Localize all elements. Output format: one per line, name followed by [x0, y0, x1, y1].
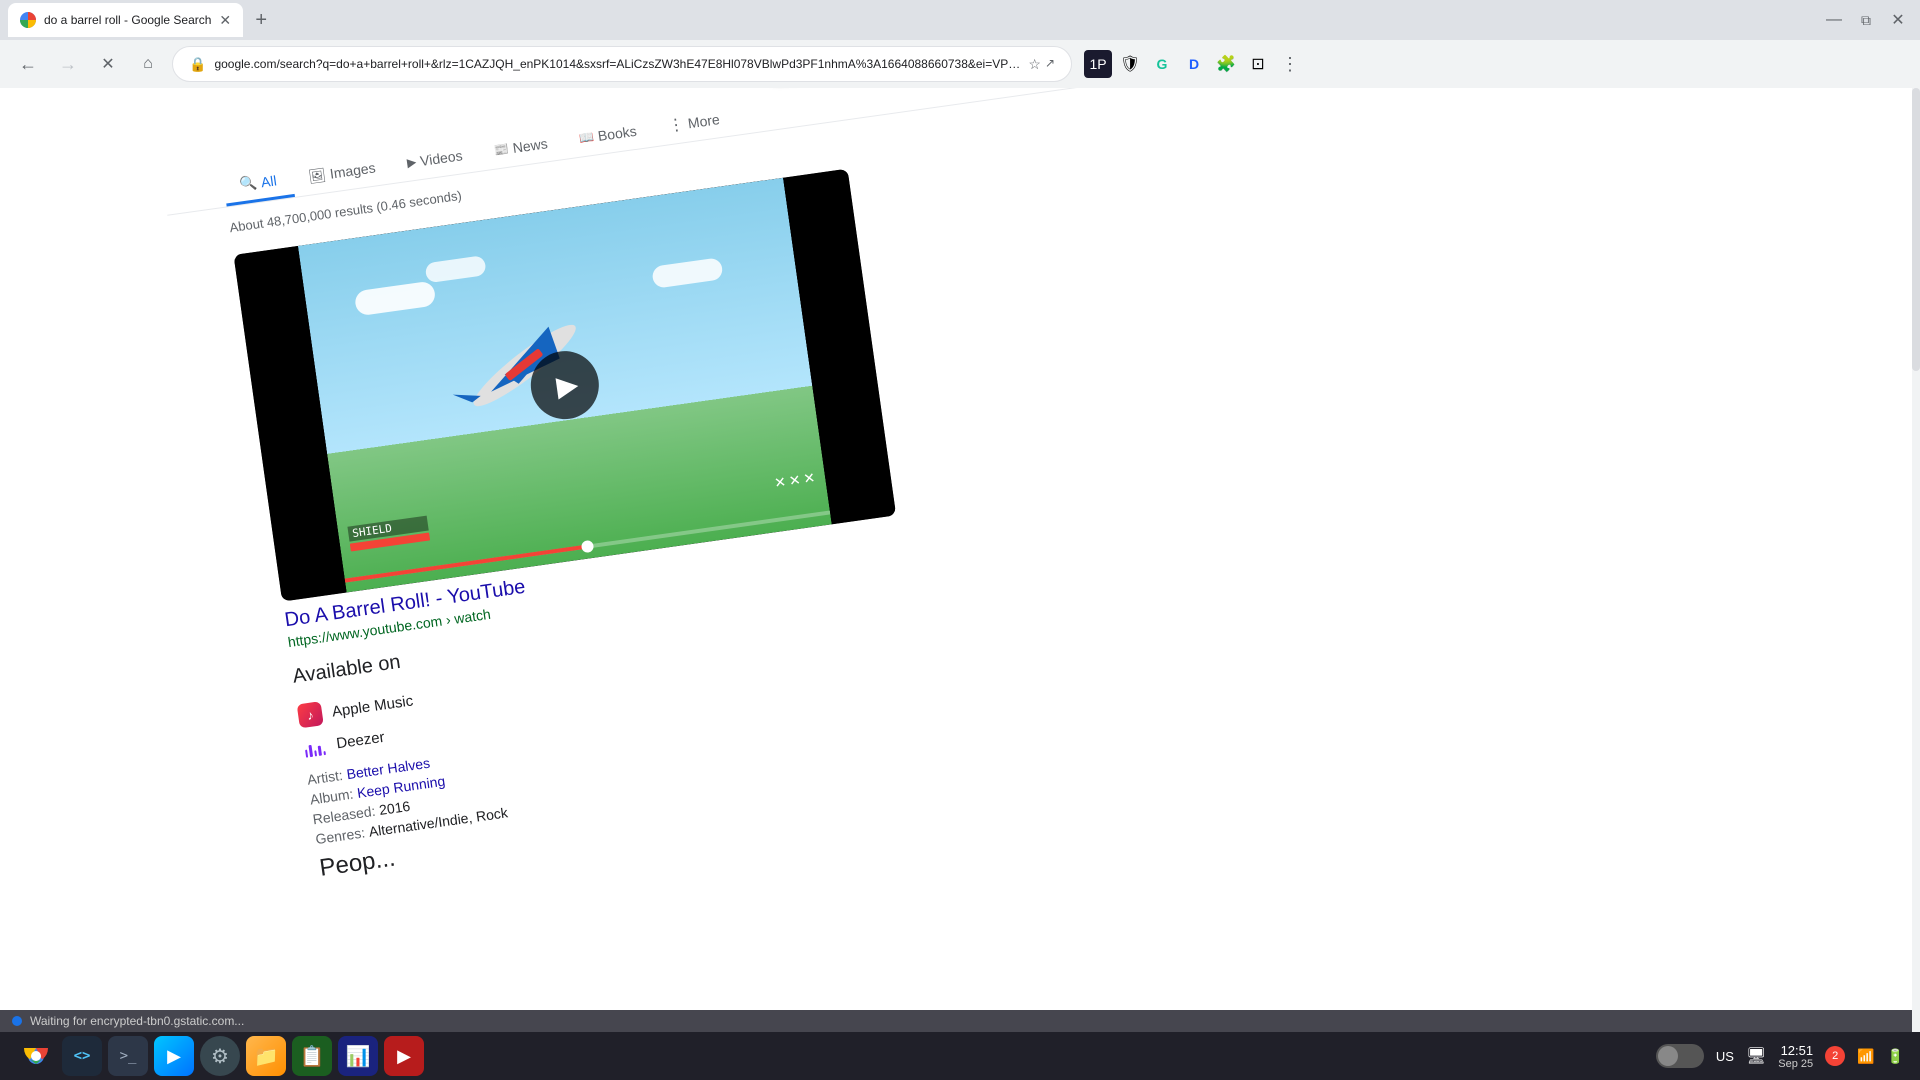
all-tab-label: All — [260, 172, 278, 190]
share-icon[interactable]: ↗ — [1045, 56, 1055, 73]
tab-title: do a barrel roll - Google Search — [44, 13, 211, 27]
clock-area: 12:51 Sep 25 — [1778, 1043, 1813, 1070]
play-store-app[interactable]: ▶ — [154, 1036, 194, 1076]
nav-bar: ← → ✕ ⌂ 🔒 google.com/search?q=do+a+barre… — [0, 40, 1920, 88]
forward-button[interactable]: → — [52, 48, 84, 80]
notification-badge[interactable]: 2 — [1825, 1046, 1845, 1066]
restore-button[interactable]: ⧉ — [1852, 6, 1880, 34]
images-tab-label: Images — [329, 159, 377, 181]
loading-dot — [12, 1016, 22, 1026]
ext-puzzle[interactable]: 🧩 — [1212, 50, 1240, 78]
battery-icon: 🔋 — [1887, 1048, 1904, 1065]
browser-chrome: do a barrel roll - Google Search ✕ + — ⧉… — [0, 0, 1920, 88]
images-tab-icon: 🖼 — [307, 166, 327, 185]
bookmark-icon[interactable]: ☆ — [1028, 56, 1041, 73]
extensions-area: 1P 🛡 G D 🧩 ⊡ ⋮ — [1084, 50, 1304, 78]
language-indicator: US — [1716, 1049, 1734, 1064]
status-bar-text: Waiting for encrypted-tbn0.gstatic.com..… — [0, 1010, 1920, 1032]
taskbar: Waiting for encrypted-tbn0.gstatic.com..… — [0, 1032, 1920, 1080]
back-button[interactable]: ← — [12, 48, 44, 80]
books-tab-icon: 📖 — [578, 130, 595, 146]
chrome-app[interactable] — [16, 1036, 56, 1076]
taskbar-right: US 🖥 12:51 Sep 25 2 📶 🔋 — [1656, 1043, 1904, 1070]
terminal-1-app[interactable]: <> — [62, 1036, 102, 1076]
page-content: do a barrel roll ✕ | 🎤 🔍 🔍 All 🖼 Images … — [0, 88, 1920, 1032]
released-value: 2016 — [378, 798, 411, 818]
news-tab-label: News — [512, 135, 549, 156]
address-bar[interactable]: 🔒 google.com/search?q=do+a+barrel+roll+&… — [172, 46, 1072, 82]
artist-label: Artist: — [306, 767, 344, 788]
active-tab[interactable]: do a barrel roll - Google Search ✕ — [8, 3, 243, 37]
youtube-app[interactable]: ▶ — [384, 1036, 424, 1076]
ext-1password[interactable]: 1P — [1084, 50, 1112, 78]
reload-button[interactable]: ✕ — [92, 48, 124, 80]
close-button[interactable]: ✕ — [1884, 6, 1912, 34]
all-tab-icon: 🔍 — [239, 174, 259, 193]
tab-close-icon[interactable]: ✕ — [219, 12, 231, 29]
more-tab-label: More — [687, 111, 721, 131]
scrollbar[interactable] — [1912, 88, 1920, 1032]
ext-norton[interactable]: 🛡 — [1116, 50, 1144, 78]
home-button[interactable]: ⌂ — [132, 48, 164, 80]
tasks-app[interactable]: 📊 — [338, 1036, 378, 1076]
new-tab-button[interactable]: + — [247, 6, 275, 34]
terminal-2-app[interactable]: >_ — [108, 1036, 148, 1076]
ext-dashlane[interactable]: D — [1180, 50, 1208, 78]
genres-label: Genres: — [314, 824, 366, 847]
url-text[interactable]: google.com/search?q=do+a+barrel+roll+&rl… — [214, 57, 1020, 71]
time-display: 12:51 — [1781, 1043, 1814, 1058]
videos-tab-icon: ▶ — [406, 155, 417, 170]
ext-grammarly[interactable]: G — [1148, 50, 1176, 78]
loading-status-text: Waiting for encrypted-tbn0.gstatic.com..… — [30, 1014, 244, 1028]
apple-music-label: Apple Music — [331, 692, 414, 720]
tab-bar: do a barrel roll - Google Search ✕ + — ⧉… — [0, 0, 1920, 40]
people-heading: Peop... — [318, 844, 397, 881]
books-tab-label: Books — [597, 123, 638, 144]
news-tab-icon: 📰 — [493, 142, 510, 158]
search-results-container: do a barrel roll ✕ | 🎤 🔍 🔍 All 🖼 Images … — [153, 88, 1451, 891]
sidebar-toggle[interactable]: ⊡ — [1244, 50, 1272, 78]
toggle-switch[interactable] — [1656, 1044, 1704, 1068]
display-icon: 🖥 — [1746, 1046, 1766, 1066]
lock-icon: 🔒 — [189, 56, 206, 73]
deezer-icon — [301, 733, 328, 760]
apple-music-icon: ♪ — [297, 701, 324, 728]
date-display: Sep 25 — [1778, 1058, 1813, 1070]
minimize-button[interactable]: — — [1820, 6, 1848, 34]
wifi-icon: 📶 — [1857, 1048, 1874, 1065]
files-app[interactable]: 📁 — [246, 1036, 286, 1076]
settings-app[interactable]: ⚙ — [200, 1036, 240, 1076]
tab-favicon — [20, 12, 36, 28]
chrome-menu[interactable]: ⋮ — [1276, 50, 1304, 78]
notes-app[interactable]: 📋 — [292, 1036, 332, 1076]
play-icon: ▶ — [554, 367, 580, 403]
videos-tab-label: Videos — [419, 147, 463, 169]
album-label: Album: — [309, 786, 354, 808]
tools-button[interactable]: Tools — [1293, 88, 1345, 89]
deezer-label: Deezer — [335, 728, 385, 752]
more-tab-icon: ⋮ — [667, 114, 686, 136]
